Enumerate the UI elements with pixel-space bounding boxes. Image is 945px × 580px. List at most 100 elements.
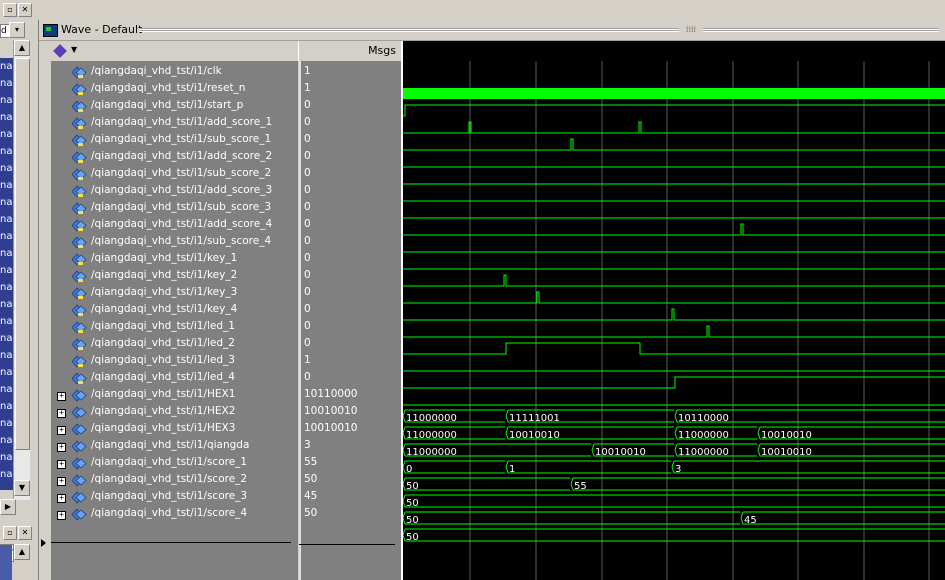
signal-name: /qiangdaqi_vhd_tst/i1/led_1 [91,320,235,332]
msgs-column-header[interactable]: Msgs [298,41,400,61]
wave-titlebar[interactable]: Wave - Default ⁞⁞⁞⁞ [39,20,945,41]
expand-plus-icon[interactable]: + [57,511,66,520]
signal-row[interactable]: + /qiangdaqi_vhd_tst/i1/qiangda [51,438,298,455]
expand-plus-icon[interactable]: + [57,392,66,401]
signal-row[interactable]: /qiangdaqi_vhd_tst/i1/start_p [51,98,298,115]
expand-plus-icon[interactable]: + [57,426,66,435]
left-list-item[interactable]: nal [0,211,13,228]
expand-plus-icon[interactable]: + [57,460,66,469]
left-list-item[interactable]: nal [0,228,13,245]
titlebar-grip[interactable] [139,28,939,32]
signal-row[interactable]: /qiangdaqi_vhd_tst/i1/led_3 [51,353,298,370]
signal-row[interactable]: /qiangdaqi_vhd_tst/i1/clk [51,64,298,81]
signal-row[interactable]: + /qiangdaqi_vhd_tst/i1/score_3 [51,489,298,506]
signal-value-pane[interactable]: 1 1 0 0 0 0 0 0 0 0 0 0 0 0 0 0 0 1 0 10110000 10010010 10010… [299,61,401,580]
left-list-item[interactable]: nal [0,347,13,364]
close-icon[interactable]: ✕ [18,3,32,17]
signal-row[interactable]: /qiangdaqi_vhd_tst/i1/reset_n [51,81,298,98]
left-list-item[interactable]: nal [0,58,13,75]
signal-row[interactable]: /qiangdaqi_vhd_tst/i1/led_4 [51,370,298,387]
expand-plus-icon[interactable]: + [57,409,66,418]
left-list-item[interactable]: nal [0,194,13,211]
signal-row[interactable]: /qiangdaqi_vhd_tst/i1/led_1 [51,319,298,336]
signal-value: 0 [304,218,311,230]
bus-value-label: 11000000 [678,430,729,441]
left-list-item[interactable]: nal [0,126,13,143]
signal-row[interactable]: /qiangdaqi_vhd_tst/i1/sub_score_1 [51,132,298,149]
left-list-item[interactable]: nal [0,160,13,177]
waveform-pane[interactable]: 11000000 11111001 10110000 11000000 10010010… [401,41,945,580]
signal-name: /qiangdaqi_vhd_tst/i1/led_4 [91,371,235,383]
signal-name: /qiangdaqi_vhd_tst/i1/HEX1 [91,388,236,400]
expand-plus-icon[interactable]: + [57,477,66,486]
signal-row[interactable]: /qiangdaqi_vhd_tst/i1/sub_score_4 [51,234,298,251]
left-list-item[interactable]: nal [0,313,13,330]
scroll-thumb[interactable] [15,58,30,450]
signal-row[interactable]: /qiangdaqi_vhd_tst/i1/add_score_3 [51,183,298,200]
left-list-item[interactable]: nal [0,432,13,449]
signal-name: /qiangdaqi_vhd_tst/i1/clk [91,65,222,77]
left-list-item[interactable]: nal [0,245,13,262]
signal-name: /qiangdaqi_vhd_tst/i1/sub_score_4 [91,235,272,247]
signal-name-pane[interactable]: /qiangdaqi_vhd_tst/i1/clk/qiangdaqi_vhd_… [51,61,298,580]
left-list-item[interactable]: nal [0,415,13,432]
signal-row[interactable]: /qiangdaqi_vhd_tst/i1/add_score_4 [51,217,298,234]
signal-row[interactable]: /qiangdaqi_vhd_tst/i1/add_score_2 [51,149,298,166]
left-list-item[interactable]: nal [0,466,13,483]
signal-row[interactable]: + /qiangdaqi_vhd_tst/i1/HEX3 [51,421,298,438]
left-list-item[interactable]: nal [0,449,13,466]
signal-row[interactable]: /qiangdaqi_vhd_tst/i1/add_score_1 [51,115,298,132]
left-list-item[interactable]: nal [0,381,13,398]
left-list-item[interactable]: nal [0,92,13,109]
signal-name: /qiangdaqi_vhd_tst/i1/score_4 [91,507,248,519]
signal-row[interactable]: /qiangdaqi_vhd_tst/i1/key_4 [51,302,298,319]
signal-row[interactable]: + /qiangdaqi_vhd_tst/i1/HEX2 [51,404,298,421]
signal-row[interactable]: + /qiangdaqi_vhd_tst/i1/score_1 [51,455,298,472]
left-list-item[interactable]: nal [0,398,13,415]
signal-icon [71,304,87,317]
signal-name: /qiangdaqi_vhd_tst/i1/HEX2 [91,405,236,417]
left-list-item[interactable]: nal [0,177,13,194]
left-panel-scrollbar[interactable]: ▲ ▼ [13,40,30,500]
close-bottom-icon[interactable]: ✕ [18,526,32,540]
wave-format-icon[interactable] [53,44,67,58]
left-bottom-up-icon[interactable]: ▲ [14,544,30,560]
left-list-item[interactable]: nal [0,330,13,347]
signal-value: 0 [304,269,311,281]
grip-handle-icon[interactable]: ⁞⁞⁞⁞ [679,25,703,35]
scroll-right-icon[interactable]: ▶ [0,499,16,515]
scroll-up-icon[interactable]: ▲ [14,40,30,56]
left-list-item[interactable]: nal [0,262,13,279]
expand-plus-icon[interactable]: + [57,494,66,503]
signal-row[interactable]: + /qiangdaqi_vhd_tst/i1/score_2 [51,472,298,489]
signal-icon [71,168,87,181]
left-list-item[interactable]: nal [0,75,13,92]
expand-plus-icon[interactable]: + [57,443,66,452]
left-list-item[interactable]: nal [0,143,13,160]
signal-row[interactable]: /qiangdaqi_vhd_tst/i1/sub_score_2 [51,166,298,183]
signal-row[interactable]: + /qiangdaqi_vhd_tst/i1/HEX1 [51,387,298,404]
left-list-item[interactable]: nal [0,364,13,381]
signal-row[interactable]: /qiangdaqi_vhd_tst/i1/key_2 [51,268,298,285]
signal-row[interactable]: /qiangdaqi_vhd_tst/i1/sub_score_3 [51,200,298,217]
chevron-down-icon[interactable]: ▼ [71,45,77,54]
scroll-down-icon[interactable]: ▼ [14,480,30,496]
signal-row[interactable]: /qiangdaqi_vhd_tst/i1/led_2 [51,336,298,353]
undock-icon[interactable]: ▫ [3,3,17,17]
left-list-item[interactable]: nal [0,279,13,296]
waveform-canvas[interactable]: 11000000 11111001 10110000 11000000 10010010… [403,41,945,580]
signal-row[interactable]: + /qiangdaqi_vhd_tst/i1/score_4 [51,506,298,523]
left-panel-arrow-icon[interactable]: ▾ [9,22,25,38]
signal-name: /qiangdaqi_vhd_tst/i1/key_4 [91,303,238,315]
signal-icon [71,508,87,521]
signal-name: /qiangdaqi_vhd_tst/i1/score_2 [91,473,248,485]
undock-bottom-icon[interactable]: ▫ [3,526,17,540]
signal-icon [71,321,87,334]
left-list-item[interactable]: nal [0,296,13,313]
signal-row[interactable]: /qiangdaqi_vhd_tst/i1/key_3 [51,285,298,302]
signal-row[interactable]: /qiangdaqi_vhd_tst/i1/key_1 [51,251,298,268]
signal-name: /qiangdaqi_vhd_tst/i1/score_1 [91,456,248,468]
signal-icon [71,117,87,130]
left-list-item[interactable]: nal [0,109,13,126]
signal-name: /qiangdaqi_vhd_tst/i1/add_score_4 [91,218,273,230]
